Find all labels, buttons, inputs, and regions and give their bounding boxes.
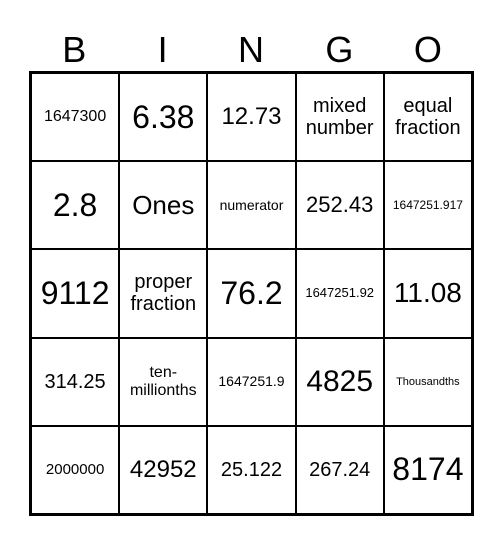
bingo-cell[interactable]: 11.08 (383, 249, 472, 338)
bingo-cell[interactable]: 4825 (295, 337, 384, 426)
bingo-cell[interactable]: 267.24 (295, 425, 384, 514)
bingo-cell[interactable]: mixed number (295, 73, 384, 162)
header-letter: I (157, 29, 168, 70)
bingo-cell[interactable]: Ones (119, 161, 208, 250)
bingo-cell[interactable]: 1647300 (31, 73, 120, 162)
bingo-cell[interactable]: equal fraction (383, 73, 472, 162)
bingo-cell[interactable]: 2000000 (31, 425, 120, 514)
bingo-cell[interactable]: 6.38 (119, 73, 208, 162)
header-letter: B (62, 29, 87, 70)
header-letter: N (238, 29, 265, 70)
bingo-cell[interactable]: 252.43 (295, 161, 384, 250)
bingo-grid: 1647300 6.38 12.73 mixed number equal fracti… (29, 71, 474, 516)
bingo-cell[interactable]: numerator (207, 161, 296, 250)
bingo-cell[interactable]: 1647251.917 (383, 161, 472, 250)
bingo-cell[interactable]: 25.122 (207, 425, 296, 514)
bingo-cell[interactable]: Thousandths (383, 337, 472, 426)
bingo-cell[interactable]: 1647251.92 (295, 249, 384, 338)
bingo-cell[interactable]: 12.73 (207, 73, 296, 162)
bingo-cell[interactable]: 9112 (31, 249, 120, 338)
header-letter: O (413, 29, 442, 70)
bingo-cell[interactable]: 2.8 (31, 161, 120, 250)
bingo-cell[interactable]: ten- millionths (119, 337, 208, 426)
bingo-cell[interactable]: 42952 (119, 425, 208, 514)
header-letter: G (325, 29, 354, 70)
bingo-cell[interactable]: 8174 (383, 425, 472, 514)
bingo-header: BINGO (30, 28, 472, 72)
bingo-cell[interactable]: 76.2 (207, 249, 296, 338)
bingo-cell[interactable]: proper fraction (119, 249, 208, 338)
bingo-cell[interactable]: 1647251.9 (207, 337, 296, 426)
bingo-cell[interactable]: 314.25 (31, 337, 120, 426)
